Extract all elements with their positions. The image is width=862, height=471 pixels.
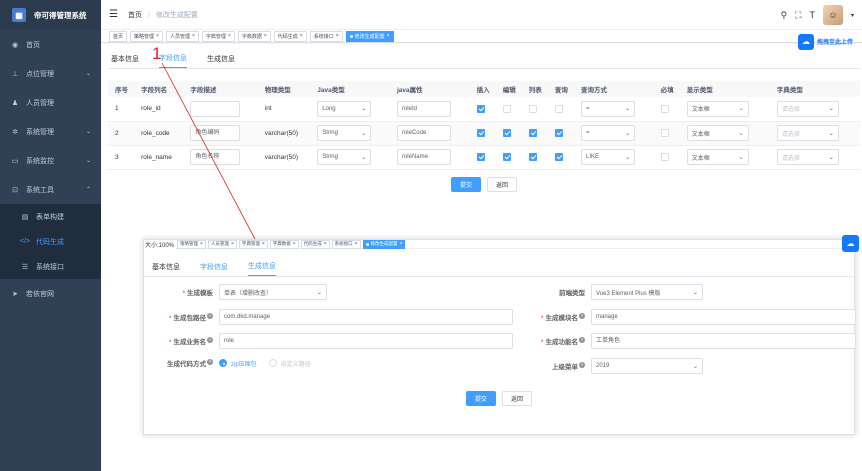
pkg-input[interactable]: com.dkd.manage	[219, 309, 513, 325]
tag-item[interactable]: 人员管理 ×	[207, 239, 237, 249]
submit-button[interactable]: 提交	[465, 391, 496, 406]
tab-basic[interactable]: 基本信息	[152, 262, 180, 276]
parent-select[interactable]: 2019 ⌄	[591, 358, 703, 374]
tab-fields[interactable]: 字段信息	[200, 262, 228, 276]
gen-form: * 生成模板 单表（增删改查） ⌄ 前端类型 Vue3 Element Plus 模…	[144, 277, 856, 417]
front-label: 前端类型	[559, 290, 585, 297]
zoom-label: 大小:100%	[144, 239, 176, 249]
front-select[interactable]: Vue3 Element Plus 模版 ⌄	[591, 284, 703, 300]
tag-item[interactable]: 字典管理 ×	[238, 239, 268, 249]
func-input[interactable]: 工单角色	[591, 333, 856, 349]
back-button[interactable]: 返回	[502, 391, 533, 406]
chevron-down-icon: ⌄	[692, 363, 698, 370]
tag-item[interactable]: 代码生成 ×	[300, 239, 330, 249]
module-input[interactable]: manage	[591, 309, 856, 325]
tpl-label: * 生成模板	[182, 290, 213, 297]
panel-tabs: 基本信息 字段信息 生成信息	[144, 249, 854, 277]
func-label: * 生成功能名?	[540, 336, 585, 346]
chevron-down-icon: ⌄	[692, 289, 698, 296]
tpl-select[interactable]: 单表（增删改查） ⌄	[219, 284, 327, 300]
biz-label: * 生成业务名?	[168, 336, 213, 346]
parent-label: 上级菜单?	[552, 361, 585, 371]
tab-gen[interactable]: 生成信息	[248, 261, 276, 276]
tag-item[interactable]: 系统接口 ×	[331, 239, 361, 249]
panel-actions: 提交 返回	[144, 391, 854, 406]
gen-label: 生成代码方式?	[167, 358, 213, 368]
panel-tags-view: 大小:100% 策略管理 × 人员管理 × 字典管理 × 字典数据 × 代码生成 × 系统…	[144, 239, 854, 249]
cloud-icon[interactable]: ☁	[842, 235, 859, 252]
chevron-down-icon: ⌄	[316, 289, 322, 296]
pkg-label: * 生成包路径?	[168, 312, 213, 322]
tag-item[interactable]: 字典数据 ×	[269, 239, 299, 249]
tag-item[interactable]: 策略管理 ×	[177, 239, 206, 249]
radio-custom[interactable]: 自定义路径	[268, 359, 311, 368]
module-label: * 生成模块名?	[540, 312, 585, 322]
radio-zip[interactable]: zip压缩包	[219, 359, 257, 368]
biz-input[interactable]: role	[219, 333, 513, 349]
generation-info-panel: 大小:100% 策略管理 × 人员管理 × 字典管理 × 字典数据 × 代码生成 × 系统…	[143, 239, 856, 435]
tag-item-active[interactable]: 修改生成配置 ×	[362, 239, 406, 249]
